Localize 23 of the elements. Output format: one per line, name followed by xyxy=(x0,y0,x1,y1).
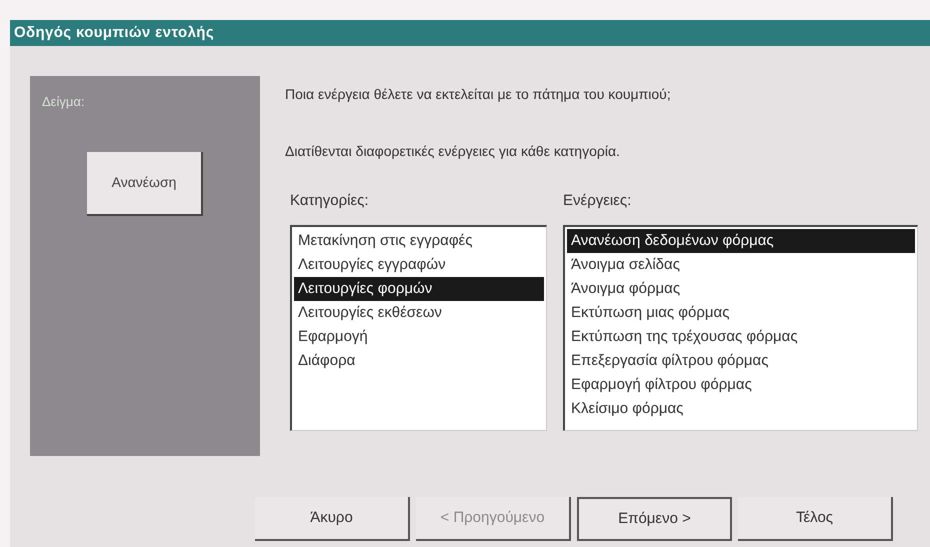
list-item[interactable]: Κλείσιμο φόρμας xyxy=(567,396,915,420)
list-item[interactable]: Εφαρμογή xyxy=(294,324,544,348)
list-item[interactable]: Λειτουργίες εκθέσεων xyxy=(294,300,544,324)
list-label: Ενέργειες: xyxy=(563,191,632,211)
list-item[interactable]: Εφαρμογή φίλτρου φόρμας xyxy=(567,372,915,396)
list-item[interactable]: Εκτύπωση μιας φόρμας xyxy=(567,300,915,324)
wizard-button[interactable]: Άκυρο xyxy=(255,497,410,541)
list-item[interactable]: Άνοιγμα σελίδας xyxy=(567,252,915,276)
list-item[interactable]: Λειτουργίες εγγραφών xyxy=(294,252,544,276)
list-item[interactable]: Διάφορα xyxy=(294,348,544,372)
list-label: Κατηγορίες: xyxy=(290,191,370,211)
list-item[interactable]: Μετακίνηση στις εγγραφές xyxy=(294,228,544,252)
sample-label: Δείγμα: xyxy=(42,93,86,111)
list-item[interactable]: Επεξεργασία φίλτρου φόρμας xyxy=(567,348,915,372)
list-item[interactable]: Εκτύπωση της τρέχουσας φόρμας xyxy=(567,324,915,348)
list-item[interactable]: Λειτουργίες φορμών xyxy=(294,276,544,300)
wizard-button[interactable]: Τέλος xyxy=(738,497,893,541)
wizard-button[interactable]: Επόμενο > xyxy=(577,497,732,541)
list-item[interactable]: Άνοιγμα φόρμας xyxy=(567,276,915,300)
hint-text: Διατίθενται διαφορετικές ενέργειες για κάθε κατηγορία. xyxy=(285,142,621,161)
question-text: Ποια ενέργεια θέλετε να εκτελείται με το πάτημα του κουμπιού; xyxy=(285,85,672,104)
window-title: Οδηγός κουμπιών εντολής xyxy=(10,20,930,46)
list-item[interactable]: Ανανέωση δεδομένων φόρμας xyxy=(567,228,915,252)
